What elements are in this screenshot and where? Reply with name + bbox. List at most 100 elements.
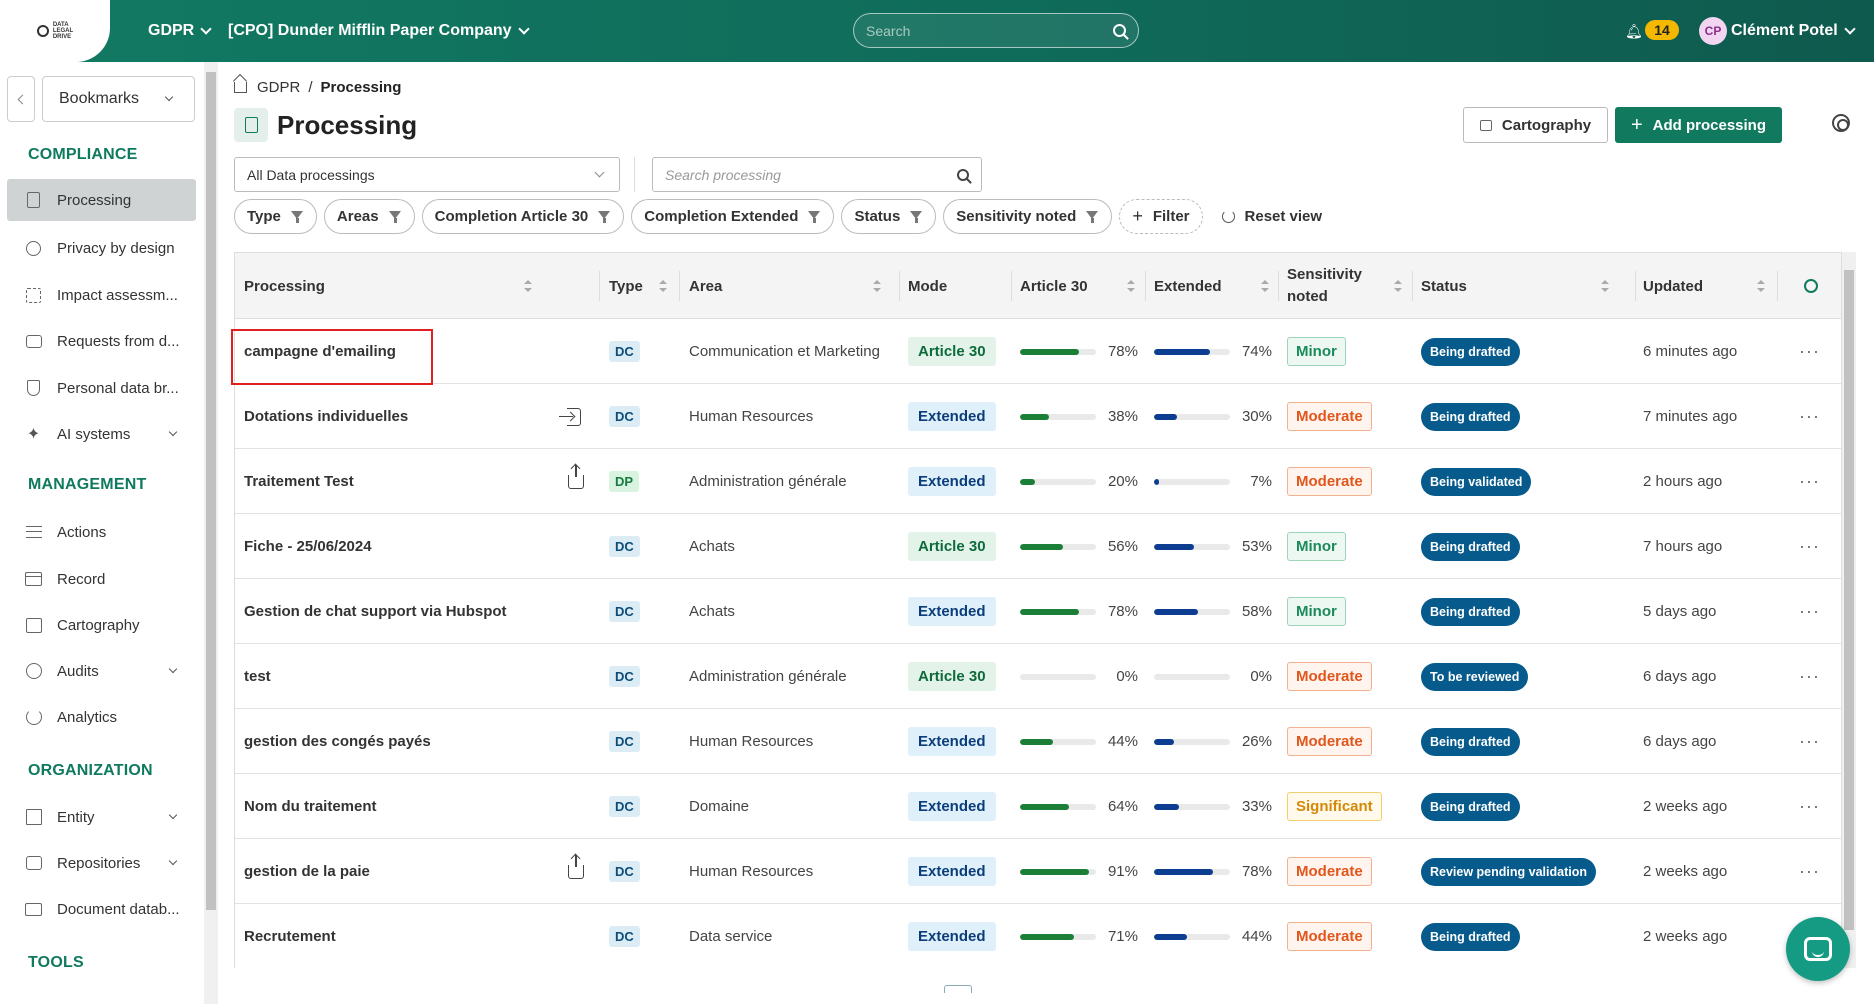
row-actions-menu[interactable]: ··· <box>1799 774 1820 839</box>
import-icon[interactable] <box>559 384 581 449</box>
table-row[interactable]: campagne d'emailing DC Communication et Ma… <box>235 319 1841 384</box>
global-search-input[interactable] <box>866 22 1113 39</box>
processing-name[interactable]: gestion de la paie <box>244 839 370 904</box>
sort-icon[interactable] <box>659 280 667 292</box>
sidebar-item-cartography[interactable]: Cartography <box>7 604 196 646</box>
sidebar-item-analytics[interactable]: Analytics <box>7 696 196 738</box>
export-icon[interactable] <box>568 839 584 904</box>
search-icon[interactable] <box>1113 24 1126 37</box>
sidebar-scrollbar[interactable] <box>204 62 218 1004</box>
sidebar-item-audits[interactable]: Audits <box>7 650 196 692</box>
column-header-type[interactable]: Type <box>609 253 675 319</box>
processing-name[interactable]: gestion des congés payés <box>244 709 431 774</box>
table-row[interactable]: gestion des congés payés DC Human Resource… <box>235 709 1841 774</box>
filter-status[interactable]: Status <box>841 199 937 234</box>
table-scrollbar[interactable] <box>1842 252 1856 968</box>
support-chat-button[interactable] <box>1786 917 1850 981</box>
sidebar-item-personal-data-breach[interactable]: Personal data br... <box>7 367 196 409</box>
sidebar-item-privacy-by-design[interactable]: Privacy by design <box>7 227 196 269</box>
column-header-article-30[interactable]: Article 30 <box>1020 253 1143 319</box>
processing-name[interactable]: Recrutement <box>244 904 336 968</box>
more-icon[interactable]: ··· <box>1799 796 1820 817</box>
row-actions-menu[interactable]: ··· <box>1799 514 1820 579</box>
add-processing-button[interactable]: + Add processing <box>1615 107 1782 143</box>
more-icon[interactable]: ··· <box>1799 861 1820 882</box>
processing-name[interactable]: Nom du traitement <box>244 774 377 839</box>
processing-name[interactable]: Dotations individuelles <box>244 384 408 449</box>
more-icon[interactable]: ··· <box>1799 536 1820 557</box>
breadcrumb-root[interactable]: GDPR <box>257 79 300 96</box>
row-actions-menu[interactable]: ··· <box>1799 644 1820 709</box>
filter-type[interactable]: Type <box>234 199 317 234</box>
sort-icon[interactable] <box>524 280 532 292</box>
column-header-area[interactable]: Area <box>689 253 889 319</box>
filter-completion-article-30[interactable]: Completion Article 30 <box>421 199 625 234</box>
sort-icon[interactable] <box>1601 280 1609 292</box>
user-menu[interactable]: Clément Potel <box>1731 0 1856 62</box>
sidebar-item-actions[interactable]: Actions <box>7 511 196 553</box>
column-header-updated[interactable]: Updated <box>1643 253 1773 319</box>
row-actions-menu[interactable]: ··· <box>1799 319 1820 384</box>
processing-name[interactable]: campagne d'emailing <box>244 319 396 384</box>
sort-icon[interactable] <box>873 280 881 292</box>
avatar[interactable]: CP <box>1699 17 1727 45</box>
table-row[interactable]: Dotations individuelles DC Human Resources… <box>235 384 1841 449</box>
sidebar-item-processing[interactable]: Processing <box>7 179 196 221</box>
sidebar-item-repositories[interactable]: Repositories <box>7 842 196 884</box>
column-header-extended[interactable]: Extended <box>1154 253 1277 319</box>
filter-completion-extended[interactable]: Completion Extended <box>631 199 835 234</box>
filter-sensitivity-noted[interactable]: Sensitivity noted <box>943 199 1113 234</box>
processing-name[interactable]: Traitement Test <box>244 449 354 514</box>
more-icon[interactable]: ··· <box>1799 666 1820 687</box>
collapse-sidebar-button[interactable] <box>7 76 35 122</box>
table-row[interactable]: Recrutement DC Data service Extended 71% 44% M… <box>235 904 1841 968</box>
table-row[interactable]: Fiche - 25/06/2024 DC Achats Article 30 56% 5… <box>235 514 1841 579</box>
company-switcher[interactable]: [CPO] Dunder Mifflin Paper Company <box>228 0 530 62</box>
column-header-processing[interactable]: Processing <box>244 253 540 319</box>
bell-icon[interactable]: 🔔︎ <box>1625 23 1643 40</box>
scrollbar-thumb[interactable] <box>206 72 216 910</box>
table-row[interactable]: Traitement Test DP Administration générale… <box>235 449 1841 514</box>
add-filter-button[interactable]: + Filter <box>1119 199 1203 234</box>
row-actions-menu[interactable]: ··· <box>1799 384 1820 449</box>
processing-name[interactable]: Fiche - 25/06/2024 <box>244 514 372 579</box>
sidebar-item-impact-assessment[interactable]: Impact assessm... <box>7 274 196 316</box>
sidebar-item-document-database[interactable]: Document datab... <box>7 888 196 930</box>
global-search[interactable] <box>853 13 1139 48</box>
scrollbar-thumb[interactable] <box>1844 270 1854 930</box>
processing-name[interactable]: test <box>244 644 271 709</box>
column-settings[interactable] <box>1804 253 1828 319</box>
column-header-status[interactable]: Status <box>1421 253 1617 319</box>
processing-view-select[interactable]: All Data processings <box>234 157 620 192</box>
column-header-mode[interactable]: Mode <box>908 253 1008 319</box>
table-row[interactable]: gestion de la paie DC Human Resources Exten… <box>235 839 1841 904</box>
sort-icon[interactable] <box>1127 280 1135 292</box>
sidebar-item-record[interactable]: Record <box>7 558 196 600</box>
processing-search[interactable] <box>652 157 982 192</box>
processing-name[interactable]: Gestion de chat support via Hubspot <box>244 579 507 644</box>
column-header-sensitivity[interactable]: Sensitivity noted <box>1287 253 1410 319</box>
bookmarks-dropdown[interactable]: Bookmarks <box>42 76 195 122</box>
cartography-button[interactable]: Cartography <box>1463 107 1608 143</box>
row-actions-menu[interactable]: ··· <box>1799 709 1820 774</box>
notification-count-badge[interactable]: 14 <box>1645 20 1679 40</box>
more-icon[interactable]: ··· <box>1799 731 1820 752</box>
processing-search-input[interactable] <box>665 166 957 183</box>
row-actions-menu[interactable]: ··· <box>1799 839 1820 904</box>
more-icon[interactable]: ··· <box>1799 341 1820 362</box>
table-row[interactable]: Gestion de chat support via Hubspot DC Ach… <box>235 579 1841 644</box>
row-actions-menu[interactable]: ··· <box>1799 579 1820 644</box>
sidebar-item-ai-systems[interactable]: ✦ AI systems <box>7 413 196 455</box>
settings-gear-icon[interactable] <box>1804 279 1818 293</box>
more-icon[interactable]: ··· <box>1799 406 1820 427</box>
row-actions-menu[interactable]: ··· <box>1799 449 1820 514</box>
sort-icon[interactable] <box>1757 280 1765 292</box>
pagination[interactable] <box>944 985 972 993</box>
more-icon[interactable]: ··· <box>1799 601 1820 622</box>
table-row[interactable]: test DC Administration générale Article 30 0… <box>235 644 1841 709</box>
logo[interactable]: DATA LEGAL DRIVE <box>0 0 110 62</box>
filter-areas[interactable]: Areas <box>323 199 415 234</box>
sidebar-item-entity[interactable]: Entity <box>7 796 196 838</box>
sidebar-item-requests[interactable]: Requests from d... <box>7 320 196 362</box>
export-icon[interactable] <box>568 449 584 514</box>
